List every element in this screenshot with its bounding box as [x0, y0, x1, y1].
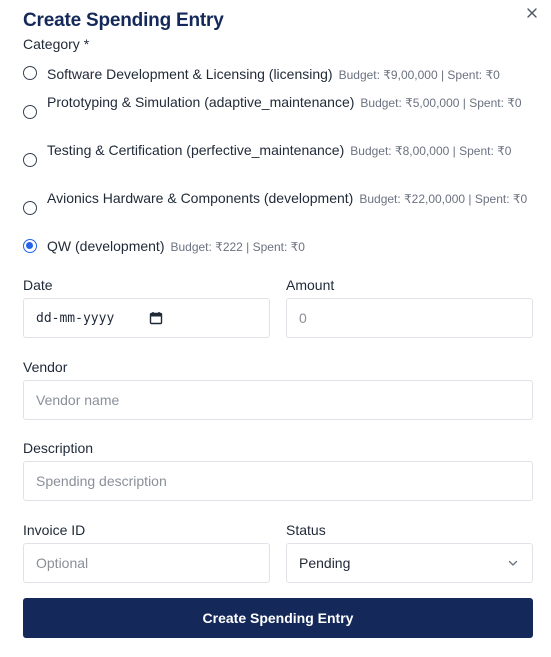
option-name: QW (development): [47, 238, 165, 254]
radio-button-selected[interactable]: [23, 239, 37, 253]
vendor-label: Vendor: [23, 359, 68, 375]
invoice-id-placeholder: Optional: [36, 555, 89, 571]
radio-button[interactable]: [23, 66, 37, 80]
vendor-input[interactable]: Vendor name: [23, 380, 533, 420]
date-input[interactable]: dd-mm-yyyy: [23, 298, 270, 338]
date-value: dd-mm-yyyy: [36, 310, 115, 326]
chevron-down-icon: [508, 560, 518, 566]
description-placeholder: Spending description: [36, 473, 167, 489]
category-label: Category *: [23, 36, 90, 52]
vendor-placeholder: Vendor name: [36, 392, 120, 408]
option-name: Software Development & Licensing (licens…: [47, 66, 333, 82]
invoice-id-label: Invoice ID: [23, 522, 86, 538]
date-label: Date: [23, 277, 53, 293]
radio-button[interactable]: [23, 201, 37, 215]
category-option-licensing[interactable]: Software Development & Licensing (licens…: [23, 62, 538, 87]
status-label: Status: [286, 522, 326, 538]
category-option-avionics[interactable]: Avionics Hardware & Components (developm…: [23, 186, 538, 215]
create-spending-entry-button[interactable]: Create Spending Entry: [23, 598, 533, 638]
radio-button[interactable]: [23, 105, 37, 119]
close-icon: [527, 8, 537, 18]
invoice-id-input[interactable]: Optional: [23, 543, 270, 583]
option-name: Prototyping & Simulation (adaptive_maint…: [47, 94, 355, 110]
description-label: Description: [23, 440, 94, 456]
option-budget-meta: Budget: ₹8,00,000 | Spent: ₹0: [350, 144, 512, 158]
create-spending-dialog: Create Spending Entry Category * Softwar…: [0, 0, 551, 657]
calendar-icon[interactable]: [149, 311, 163, 325]
option-budget-meta: Budget: ₹22,00,000 | Spent: ₹0: [359, 192, 528, 206]
description-input[interactable]: Spending description: [23, 461, 533, 501]
option-name: Avionics Hardware & Components (developm…: [47, 190, 354, 206]
radio-button[interactable]: [23, 153, 37, 167]
option-budget-meta: Budget: ₹5,00,000 | Spent: ₹0: [360, 96, 522, 110]
category-option-prototyping[interactable]: Prototyping & Simulation (adaptive_maint…: [23, 90, 538, 119]
option-budget-meta: Budget: ₹222 | Spent: ₹0: [170, 240, 305, 254]
option-budget-meta: Budget: ₹9,00,000 | Spent: ₹0: [338, 68, 500, 82]
amount-label: Amount: [286, 277, 335, 293]
dialog-title: Create Spending Entry: [23, 10, 224, 31]
status-select[interactable]: Pending: [286, 543, 533, 583]
status-value: Pending: [299, 555, 351, 571]
option-name: Testing & Certification (perfective_main…: [47, 142, 345, 158]
category-option-qw[interactable]: QW (development) Budget: ₹222 | Spent: ₹0: [23, 234, 538, 259]
amount-placeholder: 0: [299, 310, 307, 326]
close-button[interactable]: [524, 5, 540, 21]
amount-input[interactable]: 0: [286, 298, 533, 338]
category-option-testing[interactable]: Testing & Certification (perfective_main…: [23, 138, 538, 167]
